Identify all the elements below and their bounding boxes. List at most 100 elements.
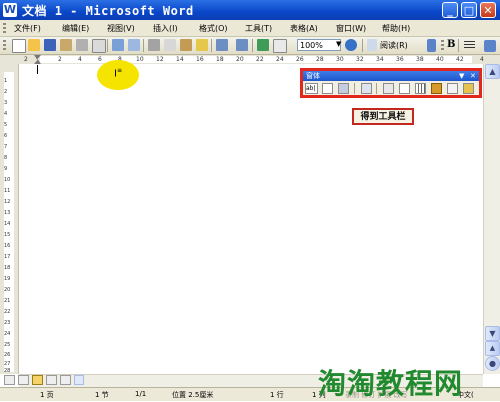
scroll-down-icon[interactable]: ▼ xyxy=(485,326,500,341)
menu-insert[interactable]: 插入(I) xyxy=(153,23,178,34)
forms-toolbar-header[interactable]: 窗体 ▼ ✕ xyxy=(303,71,479,81)
maximize-button[interactable]: □ xyxy=(461,2,477,18)
ruler-tick-label: 6 xyxy=(98,56,102,63)
web-layout-icon[interactable] xyxy=(18,375,29,385)
ruler-tick-label: 3 xyxy=(4,100,8,106)
ruler-tick-label: 19 xyxy=(4,276,11,282)
ruler-tick-label: 27 xyxy=(4,361,11,367)
text-field-icon[interactable]: ab| xyxy=(305,83,318,94)
vertical-scrollbar[interactable]: ▲ ▼ ▲ ● xyxy=(483,64,500,374)
forms-toolbar[interactable]: 窗体 ▼ ✕ ab| xyxy=(300,68,482,98)
word-app-icon[interactable]: W xyxy=(3,3,17,17)
cut-icon[interactable] xyxy=(148,39,160,51)
toolbar-separator xyxy=(211,39,212,52)
ruler-tick-label: 18 xyxy=(4,265,11,271)
zoom-select[interactable]: 100% xyxy=(297,39,341,51)
ruler-tick-label: 13 xyxy=(4,210,11,216)
ruler-tick-label: 22 xyxy=(4,309,11,315)
toolbar-separator xyxy=(376,83,377,94)
permission-icon[interactable] xyxy=(60,39,72,51)
ruler-tick-label: 2 xyxy=(24,56,28,63)
toolbar-grip[interactable] xyxy=(3,40,6,51)
ruler-tick-label: 22 xyxy=(256,56,264,63)
outline-view-icon[interactable] xyxy=(46,375,57,385)
forms-toolbar-title: 窗体 xyxy=(306,72,320,80)
help-icon[interactable] xyxy=(345,39,357,51)
dropdown-icon[interactable] xyxy=(338,83,349,94)
align-justify-icon[interactable] xyxy=(464,41,475,50)
ibeam-cursor-icon: I≡ xyxy=(114,67,122,80)
table-icon[interactable] xyxy=(415,83,426,94)
bold-button[interactable]: B xyxy=(447,39,455,50)
frame-icon[interactable] xyxy=(399,83,410,94)
ruler-tick-label: 25 xyxy=(4,342,11,348)
dropdown-field-icon[interactable] xyxy=(361,83,372,94)
toolbar-options-icon[interactable] xyxy=(484,40,496,52)
toolbar-grip[interactable] xyxy=(441,40,444,51)
ruler-tick-label: 42 xyxy=(456,56,464,63)
form-field-options-icon[interactable] xyxy=(383,83,394,94)
menu-view[interactable]: 视图(V) xyxy=(107,23,135,34)
previous-page-icon[interactable]: ▲ xyxy=(485,341,500,356)
lock-icon[interactable] xyxy=(463,83,474,94)
read-mode-button[interactable]: 阅读(R) xyxy=(380,40,408,51)
redo-icon[interactable] xyxy=(236,39,248,51)
open-icon[interactable] xyxy=(28,39,40,51)
normal-view-icon[interactable] xyxy=(4,375,15,385)
spelling-icon[interactable] xyxy=(112,39,124,51)
toolbar-separator xyxy=(107,39,108,52)
tables-borders-icon[interactable] xyxy=(273,39,287,53)
new-document-icon[interactable] xyxy=(12,39,26,53)
print-icon[interactable] xyxy=(76,39,88,51)
reading-view-icon[interactable] xyxy=(60,375,71,385)
format-painter-icon[interactable] xyxy=(196,39,208,51)
copy-icon[interactable] xyxy=(164,39,176,51)
menu-format[interactable]: 格式(O) xyxy=(199,23,228,34)
ruler-tick-label: 28 xyxy=(316,56,324,63)
research-icon[interactable] xyxy=(128,39,140,51)
undo-icon[interactable] xyxy=(216,39,228,51)
reset-icon[interactable] xyxy=(447,83,458,94)
print-layout-icon[interactable] xyxy=(32,375,43,385)
toolbar-options-icon[interactable] xyxy=(427,39,436,52)
menu-table[interactable]: 表格(A) xyxy=(290,23,318,34)
ruler-tick-label: 4 xyxy=(480,56,484,63)
ruler-tick-label: 26 xyxy=(4,352,11,358)
print-preview-icon[interactable] xyxy=(92,39,106,53)
scroll-up-icon[interactable]: ▲ xyxy=(485,64,500,79)
checkbox-icon[interactable] xyxy=(322,83,333,94)
save-icon[interactable] xyxy=(44,39,56,51)
minimize-button[interactable]: _ xyxy=(442,2,458,18)
browse-object-icon[interactable]: ● xyxy=(485,356,500,371)
shading-icon[interactable] xyxy=(431,83,442,94)
watermark: 淘淘教程网 xyxy=(318,367,464,400)
ruler-tick-label: 17 xyxy=(4,254,11,260)
hyperlink-icon[interactable] xyxy=(257,39,269,51)
vertical-ruler[interactable]: 1 2 3 4 5 6 7 8 9 10 11 12 13 14 15 16 1… xyxy=(0,64,19,374)
close-icon[interactable]: ✕ xyxy=(470,71,476,81)
close-button[interactable]: ✕ xyxy=(480,2,496,18)
ruler-tick-label: 30 xyxy=(336,56,344,63)
menu-tools[interactable]: 工具(T) xyxy=(245,23,272,34)
ruler-tick-label: 12 xyxy=(156,56,164,63)
ruler-tick-label: 11 xyxy=(4,188,11,194)
ruler-tick-label: 34 xyxy=(376,56,384,63)
toolbar-separator xyxy=(458,39,459,52)
ruler-tick-label: 15 xyxy=(4,232,11,238)
menu-window[interactable]: 窗口(W) xyxy=(336,23,366,34)
ruler-tick-label: 8 xyxy=(4,155,8,161)
menu-edit[interactable]: 编辑(E) xyxy=(62,23,89,34)
paste-icon[interactable] xyxy=(180,39,192,51)
menu-file[interactable]: 文件(F) xyxy=(14,23,41,34)
menu-help[interactable]: 帮助(H) xyxy=(382,23,410,34)
zoom-dropdown-icon[interactable]: ▼ xyxy=(336,40,341,48)
menu-grip[interactable] xyxy=(3,23,6,33)
read-mode-icon[interactable] xyxy=(367,39,377,51)
toolbar-separator xyxy=(362,39,363,52)
ruler-tick-label: 20 xyxy=(4,287,11,293)
toolbar-options-icon[interactable]: ▼ xyxy=(459,71,464,81)
status-line: 1 行 xyxy=(270,391,284,399)
toolbar-separator xyxy=(354,83,355,94)
ruler-tick-label: 4 xyxy=(78,56,82,63)
scroll-left-icon[interactable] xyxy=(74,375,84,385)
